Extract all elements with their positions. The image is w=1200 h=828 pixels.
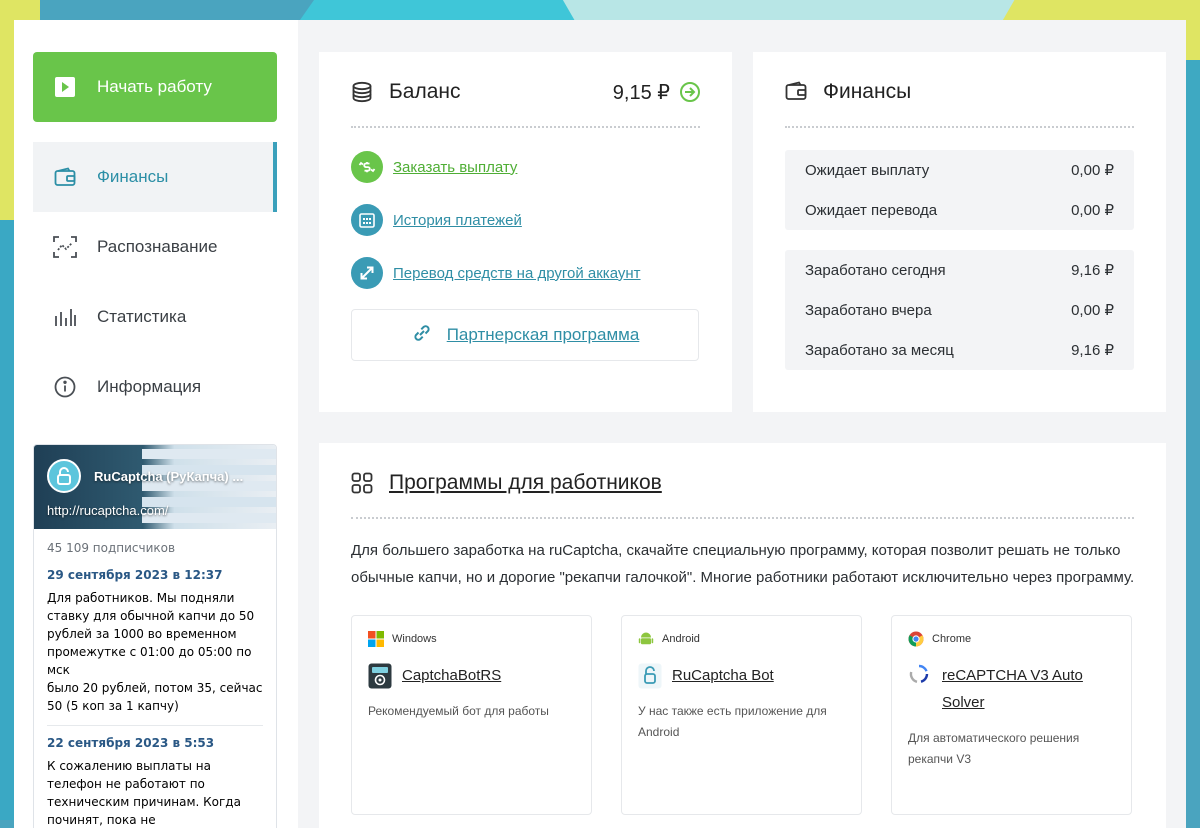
program-name[interactable]: CaptchaBotRS [402, 662, 501, 689]
tile-os-label: Windows [392, 633, 437, 645]
sidebar: Начать работу Финансы Распознавание Стат… [14, 20, 298, 828]
vk-cover[interactable]: RuCaptcha (РуКапча) ... http://rucaptcha… [34, 445, 276, 529]
programs-card: Программы для работников Для большего за… [319, 443, 1166, 828]
programs-description: Для большего заработка на ruCaptcha, ска… [351, 542, 1135, 586]
finance-card: Финансы Ожидает выплату 0,00 ₽ Ожидает п… [753, 52, 1166, 412]
android-icon [638, 631, 654, 647]
program-description: Рекомендуемый бот для работы [368, 704, 549, 718]
tile-os-label: Android [662, 633, 700, 645]
sidebar-item-label: Информация [97, 377, 202, 396]
divider [351, 126, 700, 128]
finance-row: Заработано вчера 0,00 ₽ [805, 290, 1114, 330]
order-payout-link[interactable]: Заказать выплату [351, 150, 700, 184]
start-work-button[interactable]: Начать работу [33, 52, 277, 122]
action-label[interactable]: Перевод средств на другой аккаунт [393, 265, 641, 282]
bar-chart-icon [53, 305, 77, 329]
program-tile-chrome: Chrome reCAPTCHA V3 Auto Solver Для авто… [891, 615, 1132, 815]
action-label[interactable]: Заказать выплату [393, 159, 517, 176]
sidebar-item-label: Распознавание [97, 237, 218, 256]
partner-program-label[interactable]: Партнерская программа [447, 325, 640, 345]
finance-row: Заработано сегодня 9,16 ₽ [805, 250, 1114, 290]
tile-os-label: Chrome [932, 633, 972, 645]
balance-card: Баланс 9,15 ₽ Заказать выплату История п… [319, 52, 732, 412]
vk-post: 22 сентября 2023 в 5:53 К сожалению выпл… [47, 736, 263, 828]
action-label[interactable]: История платежей [393, 212, 522, 229]
vk-group-url[interactable]: http://rucaptcha.com/ [47, 503, 168, 518]
transfer-arrows-icon [351, 257, 383, 289]
program-tile-windows: Windows CaptchaBotRS Рекомендуемый бот д… [351, 615, 592, 815]
recaptcha-icon [908, 663, 932, 689]
calendar-icon [351, 204, 383, 236]
finance-row-label: Заработано за месяц [805, 341, 954, 359]
vk-post-text: Для работников. Мы подняли ставку для об… [47, 591, 263, 713]
divider [351, 517, 1134, 519]
divider [785, 126, 1134, 128]
finance-row-value: 9,16 ₽ [1071, 342, 1114, 359]
vk-group-name[interactable]: RuCaptcha (РуКапча) ... [94, 469, 243, 484]
wallet-icon [785, 81, 807, 103]
finance-row: Ожидает выплату 0,00 ₽ [805, 150, 1114, 190]
sidebar-item-label: Финансы [97, 167, 169, 186]
programs-title[interactable]: Программы для работников [389, 471, 662, 495]
sidebar-item-statistics[interactable]: Статистика [33, 282, 277, 352]
sidebar-nav: Финансы Распознавание Статистика Информа… [33, 142, 288, 422]
transfer-funds-link[interactable]: Перевод средств на другой аккаунт [351, 256, 700, 290]
captchabot-app-icon [368, 663, 392, 689]
finance-row-value: 0,00 ₽ [1071, 302, 1114, 319]
vk-post: 29 сентября 2023 в 12:37 Для работников.… [47, 568, 263, 726]
vk-post-text: К сожалению выплаты на телефон не работа… [47, 759, 241, 827]
rucaptcha-logo-icon [47, 459, 81, 493]
finance-title: Финансы [823, 80, 912, 103]
finance-row-label: Ожидает перевода [805, 201, 938, 219]
program-tile-android: Android RuCaptcha Bot У нас также есть п… [621, 615, 862, 815]
finance-row-value: 9,16 ₽ [1071, 262, 1114, 279]
payment-history-link[interactable]: История платежей [351, 203, 700, 237]
scan-icon [53, 235, 77, 259]
finance-row-label: Ожидает выплату [805, 161, 930, 179]
vk-post-date[interactable]: 29 сентября 2023 в 12:37 [47, 568, 263, 582]
chrome-icon [908, 631, 924, 647]
balance-title: Баланс [389, 80, 461, 103]
sidebar-item-finance[interactable]: Финансы [33, 142, 277, 212]
vk-group-widget: RuCaptcha (РуКапча) ... http://rucaptcha… [33, 444, 277, 828]
sidebar-item-label: Статистика [97, 307, 187, 326]
finance-row-label: Заработано сегодня [805, 261, 946, 279]
program-description: Для автоматического решения рекапчи V3 [908, 731, 1080, 766]
page-frame: Начать работу Финансы Распознавание Стат… [14, 20, 1186, 828]
pending-block: Ожидает выплату 0,00 ₽ Ожидает перевода … [785, 150, 1134, 230]
rucaptcha-app-icon [638, 663, 662, 689]
partner-program-button[interactable]: Партнерская программа [351, 309, 699, 361]
program-tiles: Windows CaptchaBotRS Рекомендуемый бот д… [351, 615, 1134, 815]
dollar-exchange-icon [351, 151, 383, 183]
finance-row: Заработано за месяц 9,16 ₽ [805, 330, 1114, 370]
balance-amount: 9,15 ₽ [612, 81, 670, 104]
vk-post-date[interactable]: 22 сентября 2023 в 5:53 [47, 736, 263, 750]
finance-row-value: 0,00 ₽ [1071, 202, 1114, 219]
vk-subscribers: 45 109 подписчиков [47, 541, 176, 555]
sidebar-item-information[interactable]: Информация [33, 352, 277, 422]
info-icon [53, 375, 77, 399]
finance-row-value: 0,00 ₽ [1071, 162, 1114, 179]
windows-icon [368, 631, 384, 647]
arrow-right-icon[interactable] [680, 82, 700, 102]
wallet-icon [53, 165, 77, 189]
program-description: У нас также есть приложение для Android [638, 704, 827, 739]
program-link[interactable]: RuCaptcha Bot [638, 662, 845, 689]
program-link[interactable]: CaptchaBotRS [368, 662, 575, 689]
finance-row: Ожидает перевода 0,00 ₽ [805, 190, 1114, 230]
grid-icon [351, 472, 373, 494]
sidebar-item-recognition[interactable]: Распознавание [33, 212, 277, 282]
play-icon [55, 77, 75, 97]
program-name[interactable]: reCAPTCHA V3 Auto Solver [942, 662, 1115, 716]
earned-block: Заработано сегодня 9,16 ₽ Заработано вче… [785, 250, 1134, 370]
start-work-label: Начать работу [97, 77, 212, 96]
program-link[interactable]: reCAPTCHA V3 Auto Solver [908, 662, 1115, 716]
finance-row-label: Заработано вчера [805, 301, 932, 319]
link-icon [411, 322, 433, 349]
program-name[interactable]: RuCaptcha Bot [672, 662, 774, 689]
coins-icon [351, 81, 373, 103]
